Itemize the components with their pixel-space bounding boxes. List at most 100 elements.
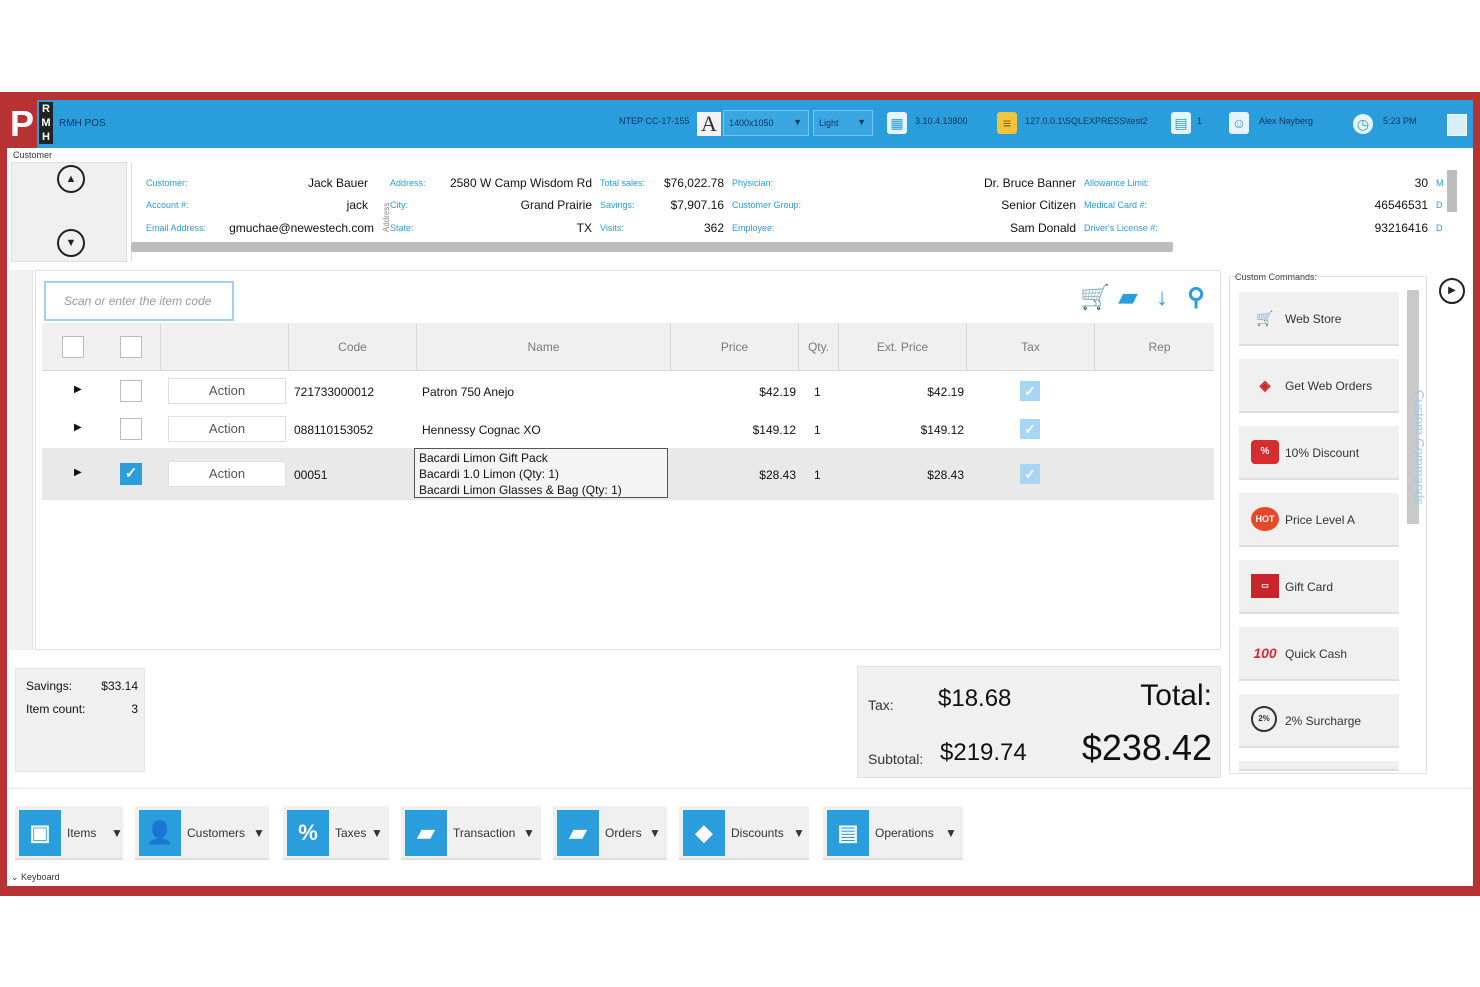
item-qty[interactable]: 1 (814, 385, 821, 399)
bag-icon[interactable]: ▰ (1114, 283, 1142, 313)
calculator-icon[interactable]: ▦ (887, 112, 907, 134)
user-name: Alex Nayberg (1259, 116, 1314, 126)
tax-label: Tax: (868, 697, 894, 713)
keyboard-toggle[interactable]: ⌄ Keyboard (11, 872, 60, 883)
divider (7, 788, 1473, 789)
row-checkbox-checked[interactable]: ✓ (120, 463, 142, 485)
gift-card-button[interactable]: ▭ Gift Card (1239, 560, 1399, 614)
physician-value: Dr. Bruce Banner (983, 176, 1076, 190)
row-action-button[interactable]: Action (168, 378, 286, 404)
rep-column-header[interactable]: Rep (1094, 323, 1224, 371)
arrow-down-icon[interactable]: ↓ (1148, 283, 1176, 313)
item-qty[interactable]: 1 (814, 423, 821, 437)
clock-icon: ◷ (1353, 114, 1373, 134)
tax-checkbox[interactable]: ✓ (1020, 419, 1040, 439)
theme-select[interactable]: Light ▼ (813, 110, 873, 136)
orders-menu-button[interactable]: ▰ Orders ▼ (553, 806, 667, 860)
item-ext-price: $28.43 (927, 468, 964, 482)
operations-icon: ▤ (827, 810, 869, 856)
expand-row-icon[interactable]: ▶ (74, 467, 82, 478)
price-level-button[interactable]: HOT Price Level A (1239, 493, 1399, 547)
expand-row-icon[interactable]: ▶ (74, 384, 82, 395)
cart-icon[interactable]: 🛒 (1080, 283, 1110, 313)
row-checkbox[interactable] (120, 418, 142, 440)
city-label: City: (390, 200, 408, 210)
scroll-up-button[interactable]: ▲ (57, 165, 85, 193)
maximize-button[interactable] (1447, 114, 1467, 136)
font-size-icon[interactable]: A (697, 112, 721, 136)
web-store-button[interactable]: 🛒 Web Store (1239, 292, 1399, 346)
visits-label: Visits: (600, 223, 624, 233)
city-value: Grand Prairie (520, 198, 592, 212)
get-web-orders-button[interactable]: ◈ Get Web Orders (1239, 359, 1399, 413)
shopping-cart-icon: 🛒 (1256, 310, 1274, 326)
table-row[interactable]: ▶ Action 721733000012 Patron 750 Anejo $… (42, 372, 1214, 410)
scroll-down-button[interactable]: ▼ (57, 229, 85, 257)
discount-button[interactable]: % 10% Discount (1239, 426, 1399, 480)
code-column-header[interactable]: Code (288, 323, 416, 371)
row-action-button[interactable]: Action (168, 416, 286, 442)
select-all-checkbox[interactable] (120, 336, 142, 358)
table-row[interactable]: ▶ Action 088110153052 Hennessy Cognac XO… (42, 410, 1214, 448)
action-column-header (160, 323, 288, 371)
percent-icon: % (287, 810, 329, 856)
qty-column-header[interactable]: Qty. (798, 323, 838, 371)
chevron-down-icon: ▼ (945, 826, 957, 840)
tax-column-header[interactable]: Tax (966, 323, 1094, 371)
items-menu-button[interactable]: ▣ Items ▼ (15, 806, 123, 860)
savings-value: $33.14 (101, 679, 138, 693)
medical-card-value: 46546531 (1374, 198, 1428, 212)
person-icon: 👤 (139, 810, 181, 856)
item-qty[interactable]: 1 (814, 468, 821, 482)
ext-price-column-header[interactable]: Ext. Price (838, 323, 966, 371)
item-count-label: Item count: (26, 702, 86, 716)
link-icon[interactable]: ⚲ (1182, 283, 1210, 313)
more-commands-button[interactable] (1239, 761, 1399, 771)
kit-line: Bacardi Limon Glasses & Bag (Qty: 1) (419, 483, 622, 497)
tax-checkbox[interactable]: ✓ (1020, 464, 1040, 484)
tax-checkbox[interactable]: ✓ (1020, 381, 1040, 401)
row-checkbox[interactable] (120, 380, 142, 402)
item-price: $42.19 (759, 385, 796, 399)
user-icon[interactable]: ☺ (1229, 112, 1249, 134)
left-side-tabs[interactable] (9, 270, 33, 650)
item-name-kit: Bacardi Limon Gift Pack Bacardi 1.0 Limo… (414, 448, 668, 498)
name-column-header[interactable]: Name (416, 323, 670, 371)
quick-cash-button[interactable]: 100 Quick Cash (1239, 627, 1399, 681)
chevron-down-icon: ▼ (857, 117, 866, 127)
item-name: Patron 750 Anejo (422, 385, 515, 399)
surcharge-button[interactable]: 2% 2% Surcharge (1239, 694, 1399, 748)
price-column-header[interactable]: Price (670, 323, 798, 371)
resolution-select[interactable]: 1400x1050 ▼ (723, 110, 809, 136)
scan-input[interactable]: Scan or enter the item code (44, 281, 234, 321)
collapse-commands-button[interactable]: ▶ (1439, 278, 1465, 304)
table-row-selected[interactable]: ▶ ✓ Action 00051 Bacardi Limon Gift Pack… (42, 448, 1214, 500)
operations-menu-button[interactable]: ▤ Operations ▼ (823, 806, 963, 860)
expand-row-icon[interactable]: ▶ (74, 422, 82, 433)
app-frame: P R M H RMH POS NTEP CC-17-155 A 1400x10… (0, 92, 1480, 896)
box-icon: ▣ (19, 810, 61, 856)
transaction-menu-button[interactable]: ▰ Transaction ▼ (401, 806, 541, 860)
expand-all-checkbox[interactable] (62, 336, 84, 358)
register-icon[interactable]: ▤ (1171, 112, 1191, 134)
row-action-button[interactable]: Action (168, 461, 286, 487)
item-code: 088110153052 (294, 423, 374, 437)
account-number: jack (346, 198, 368, 212)
customer-horizontal-scrollbar[interactable] (131, 242, 1173, 252)
savings-label: Savings: (26, 679, 73, 693)
taxes-menu-button[interactable]: % Taxes ▼ (283, 806, 389, 860)
item-price: $149.12 (752, 423, 796, 437)
customer-vertical-scrollbar[interactable] (1447, 170, 1457, 212)
custom-commands-vertical-label[interactable]: Custom Commands (1412, 390, 1427, 505)
database-icon[interactable]: ≡ (997, 112, 1017, 134)
visits-value: 362 (703, 221, 724, 235)
subtotal-value: $219.74 (940, 739, 1027, 766)
state-value: TX (576, 221, 592, 235)
column6-label: D (1436, 223, 1443, 233)
customers-menu-button[interactable]: 👤 Customers ▼ (135, 806, 269, 860)
discount-tag-icon: ◆ (683, 810, 725, 856)
discount-tag-icon: % (1251, 440, 1279, 464)
item-price: $28.43 (759, 468, 796, 482)
discounts-menu-button[interactable]: ◆ Discounts ▼ (679, 806, 809, 860)
column6-label: M (1436, 178, 1444, 188)
